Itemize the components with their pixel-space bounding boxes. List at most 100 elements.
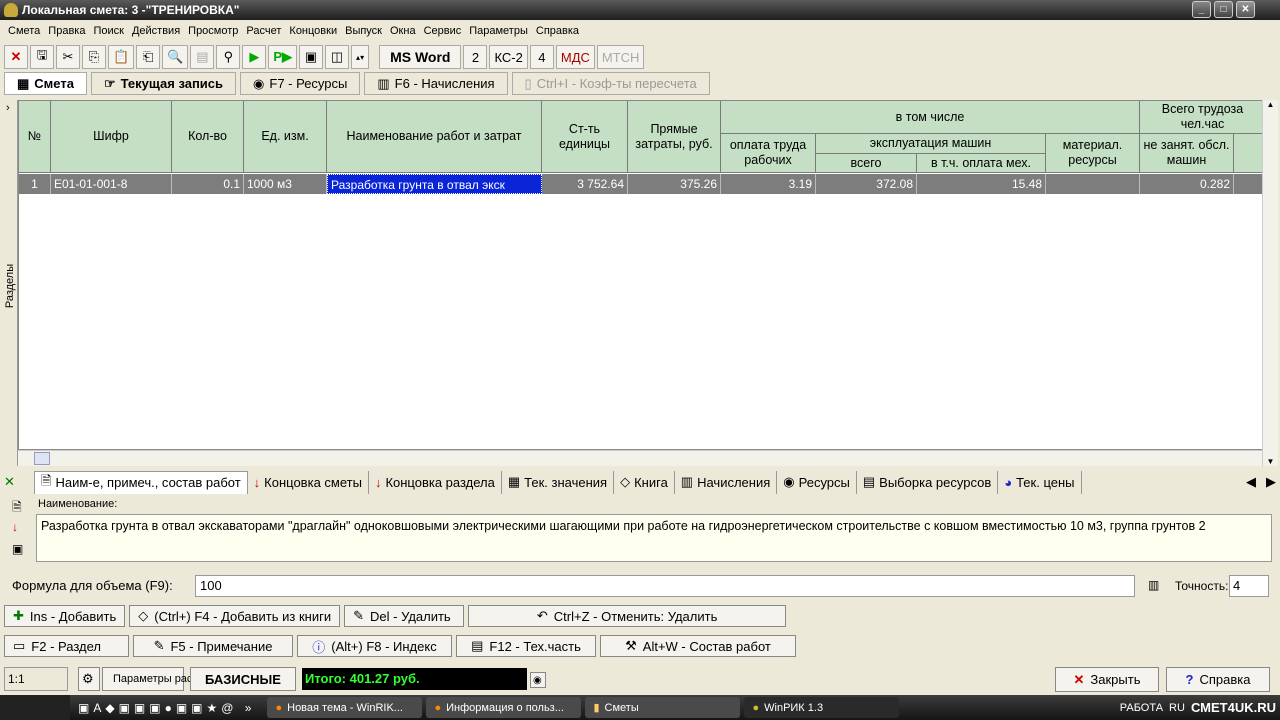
delete-icon[interactable]: ✕ bbox=[4, 45, 28, 69]
scroll-up-icon[interactable]: ▲ bbox=[1263, 100, 1278, 109]
tab-resources-bottom[interactable]: ◉ Ресурсы bbox=[777, 470, 857, 494]
tab-resources[interactable]: ◉ F7 - Ресурсы bbox=[240, 72, 361, 95]
tab-resource-selection[interactable]: ▤ Выборка ресурсов bbox=[857, 470, 999, 494]
close-panel-icon[interactable]: ✕ bbox=[4, 474, 34, 490]
menu-view[interactable]: Просмотр bbox=[184, 25, 242, 37]
scroll-thumb[interactable] bbox=[34, 452, 50, 465]
task-folder[interactable]: ▮ Сметы bbox=[585, 697, 741, 718]
add-from-book-button[interactable]: ◇ (Ctrl+) F4 - Добавить из книги bbox=[129, 605, 341, 627]
cell-not-busy[interactable]: 0.282 bbox=[1140, 174, 1234, 194]
tab-current-prices[interactable]: ◕ Тек. цены bbox=[998, 470, 1082, 494]
ks2-button[interactable]: КС-2 bbox=[489, 45, 528, 69]
menu-windows[interactable]: Окна bbox=[386, 25, 420, 37]
formula-input[interactable]: 100 bbox=[195, 575, 1135, 597]
book-icon[interactable]: ▣ bbox=[12, 542, 23, 556]
undo-button[interactable]: ↶ Ctrl+Z - Отменить: Удалить bbox=[468, 605, 787, 627]
maximize-button[interactable]: □ bbox=[1214, 1, 1233, 18]
cell-qty[interactable]: 0.1 bbox=[172, 174, 244, 194]
task-firefox-1[interactable]: ● Новая тема - WinRIK... bbox=[267, 697, 423, 718]
tab-current-record[interactable]: ☞ Текущая запись bbox=[90, 72, 237, 95]
refresh-icon[interactable]: ◉ bbox=[530, 672, 546, 688]
tab-current-values[interactable]: ▦ Тек. значения bbox=[502, 470, 615, 494]
mtsn-button[interactable]: МТСН bbox=[596, 45, 645, 69]
cell-num[interactable]: 1 bbox=[19, 174, 51, 194]
tab-section-ending[interactable]: ↓ Концовка раздела bbox=[369, 470, 502, 494]
add-button[interactable]: ✚ Ins - Добавить bbox=[4, 605, 126, 627]
calculator-icon[interactable]: ▥ bbox=[1148, 578, 1159, 592]
menu-calc[interactable]: Расчет bbox=[242, 25, 285, 37]
menu-endings[interactable]: Концовки bbox=[285, 25, 341, 37]
play-p-icon[interactable]: P▶ bbox=[268, 45, 298, 69]
gear-icon[interactable]: ⚙ bbox=[78, 667, 100, 691]
menu-edit[interactable]: Правка bbox=[44, 25, 89, 37]
horizontal-scrollbar[interactable] bbox=[18, 450, 1262, 466]
sections-panel[interactable]: › Разделы bbox=[2, 100, 18, 466]
tab-book[interactable]: ◇ Книга bbox=[614, 470, 675, 494]
save-icon[interactable]: 🖫 bbox=[30, 45, 54, 69]
menu-service[interactable]: Сервис bbox=[420, 25, 466, 37]
help-button[interactable]: ? Справка bbox=[1166, 667, 1270, 692]
cell-unit-cost[interactable]: 3 752.64 bbox=[542, 174, 628, 194]
cell-extra[interactable] bbox=[1234, 174, 1263, 194]
binoculars-icon[interactable]: ⚲ bbox=[216, 45, 241, 69]
note-icon[interactable]: 🗎 bbox=[12, 498, 22, 519]
copy-icon[interactable]: ⎘ bbox=[82, 45, 106, 69]
tabs-left-icon[interactable]: ◀ bbox=[1246, 474, 1256, 490]
tab-name-notes[interactable]: 🗎 Наим-е, примеч., состав работ bbox=[34, 470, 248, 494]
tab-smeta[interactable]: ▦ Смета bbox=[4, 72, 87, 95]
calc-params-button[interactable]: Параметры расчета bbox=[102, 667, 215, 691]
start-button[interactable] bbox=[0, 695, 70, 720]
task-firefox-2[interactable]: ● Информация о польз... bbox=[426, 697, 582, 718]
form-2-button[interactable]: 2 bbox=[463, 45, 488, 69]
cell-unit[interactable]: 1000 м3 bbox=[244, 174, 327, 194]
preview-icon[interactable]: 🔍 bbox=[162, 45, 189, 69]
scroll-down-icon[interactable]: ▼ bbox=[1263, 457, 1278, 466]
work-composition-button[interactable]: ⚒ Alt+W - Состав работ bbox=[600, 635, 796, 657]
close-window-button[interactable]: ✕ bbox=[1236, 1, 1255, 18]
note-button[interactable]: ✎ F5 - Примечание bbox=[133, 635, 293, 657]
precision-stepper[interactable]: 4 bbox=[1229, 575, 1269, 597]
cell-mach-total[interactable]: 372.08 bbox=[816, 174, 917, 194]
cut-icon[interactable]: ✂ bbox=[56, 45, 80, 69]
quick-launch-icons[interactable]: ▣A◆▣▣▣●▣▣★@ » bbox=[70, 701, 263, 715]
mds-button[interactable]: МДС bbox=[555, 45, 595, 69]
task-winrik[interactable]: ● WinРИК 1.3 bbox=[744, 697, 900, 718]
form-4-button[interactable]: 4 bbox=[529, 45, 554, 69]
tab-charges-bottom[interactable]: ▥ Начисления bbox=[675, 470, 778, 494]
close-button[interactable]: ✕ Закрыть bbox=[1055, 667, 1159, 692]
basis-mode-button[interactable]: БАЗИСНЫЕ bbox=[190, 667, 296, 691]
vertical-scrollbar[interactable]: ▲ ▼ bbox=[1262, 100, 1278, 466]
lang-indicator[interactable]: RU bbox=[1169, 702, 1185, 714]
menu-search[interactable]: Поиск bbox=[89, 25, 127, 37]
t3-icon[interactable]: ▣ bbox=[299, 45, 324, 69]
tabs-right-icon[interactable]: ▶ bbox=[1266, 474, 1276, 490]
cell-materials[interactable] bbox=[1046, 174, 1140, 194]
ms-word-button[interactable]: MS Word bbox=[379, 45, 462, 69]
arrow-down-icon[interactable]: ↓ bbox=[12, 520, 18, 534]
index-button[interactable]: ⓘ (Alt+) F8 - Индекс bbox=[297, 635, 452, 657]
cell-name[interactable]: Разработка грунта в отвал экск bbox=[327, 174, 542, 194]
menu-actions[interactable]: Действия bbox=[128, 25, 184, 37]
tech-part-button[interactable]: ▤ F12 - Тех.часть bbox=[456, 635, 596, 657]
clipboard-icon[interactable]: ▤ bbox=[190, 45, 215, 69]
cell-code[interactable]: Е01-01-001-8 bbox=[51, 174, 172, 194]
cell-labor[interactable]: 3.19 bbox=[721, 174, 816, 194]
menu-help[interactable]: Справка bbox=[532, 25, 583, 37]
tab-coefficients[interactable]: ▯ Ctrl+I - Коэф-ты пересчета bbox=[511, 72, 710, 95]
spin-icon[interactable]: ▴▾ bbox=[351, 45, 370, 69]
cell-mach-labor[interactable]: 15.48 bbox=[917, 174, 1046, 194]
columns-icon[interactable]: ◫ bbox=[325, 45, 350, 69]
paste-icon[interactable]: 📋 bbox=[108, 45, 135, 69]
expand-icon[interactable]: › bbox=[6, 102, 10, 114]
menu-params[interactable]: Параметры bbox=[465, 25, 532, 37]
menu-output[interactable]: Выпуск bbox=[341, 25, 386, 37]
section-button[interactable]: ▭ F2 - Раздел bbox=[4, 635, 129, 657]
name-textarea[interactable]: Разработка грунта в отвал экскаваторами … bbox=[36, 514, 1272, 562]
cell-direct[interactable]: 375.26 bbox=[628, 174, 721, 194]
menu-smeta[interactable]: Смета bbox=[4, 25, 44, 37]
tab-charges[interactable]: ▥ F6 - Начисления bbox=[364, 72, 508, 95]
play-icon[interactable]: ▶ bbox=[242, 45, 267, 69]
delete-button[interactable]: ✎ Del - Удалить bbox=[344, 605, 465, 627]
tab-estimate-ending[interactable]: ↓ Концовка сметы bbox=[248, 470, 369, 494]
minimize-button[interactable]: _ bbox=[1192, 1, 1211, 18]
